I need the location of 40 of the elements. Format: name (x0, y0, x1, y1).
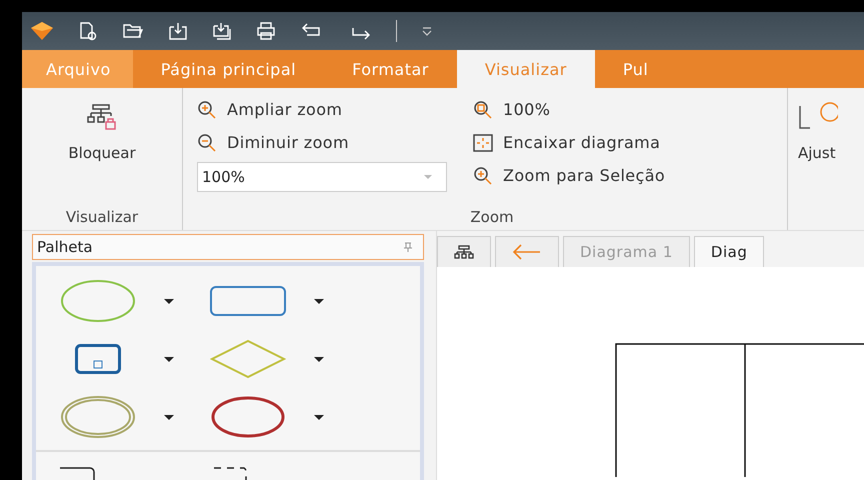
dropdown-arrow-icon[interactable] (164, 298, 174, 304)
fit-frame-icon (473, 134, 493, 152)
app-logo-icon (30, 21, 54, 41)
new-file-icon[interactable] (78, 21, 98, 41)
zoom-out-button[interactable]: Diminuir zoom (197, 129, 447, 156)
magnifier-square-icon (473, 100, 493, 118)
fit-button[interactable]: Ajust (798, 88, 838, 186)
pin-icon[interactable] (403, 242, 413, 252)
group-label: Visualizar (64, 208, 140, 228)
hierarchy-tab[interactable] (437, 236, 491, 267)
zoom-in-button[interactable]: Ampliar zoom (197, 96, 447, 123)
thick-circle-icon[interactable] (210, 395, 286, 439)
zoom-in-icon (473, 166, 493, 184)
document-tab[interactable]: Diag (694, 236, 764, 267)
back-arrow-icon (512, 244, 542, 260)
rounded-rectangle-icon[interactable] (210, 286, 286, 316)
group-label: Zoom (469, 208, 515, 228)
actual-size-button[interactable]: 100% (473, 96, 666, 123)
save-icon[interactable] (168, 21, 188, 41)
lock-button[interactable]: Bloquear (22, 88, 182, 186)
print-icon[interactable] (256, 21, 276, 41)
zoom-selection-button[interactable]: Zoom para Seleção (473, 162, 666, 189)
connector-shape-icon[interactable] (60, 466, 96, 480)
save-as-icon[interactable] (212, 21, 232, 41)
zoom-combo-box[interactable]: 100% (197, 162, 447, 192)
caret-icon (424, 175, 432, 179)
dropdown-icon[interactable] (421, 26, 433, 36)
dropdown-arrow-icon[interactable] (314, 298, 324, 304)
zoom-out-icon (197, 134, 217, 152)
dropdown-arrow-icon[interactable] (164, 356, 174, 362)
hierarchy-icon (454, 245, 474, 259)
fit-shape-icon (798, 102, 838, 132)
fit-diagram-button[interactable]: Encaixar diagrama (473, 129, 666, 156)
palette-title: Palheta (37, 238, 93, 256)
dropdown-arrow-icon[interactable] (314, 356, 324, 362)
dropdown-arrow-icon[interactable] (314, 414, 324, 420)
dropdown-arrow-icon[interactable] (164, 414, 174, 420)
locked-hierarchy-icon (87, 102, 117, 132)
dashed-shape-icon[interactable] (212, 466, 248, 480)
zoom-in-icon (197, 100, 217, 118)
